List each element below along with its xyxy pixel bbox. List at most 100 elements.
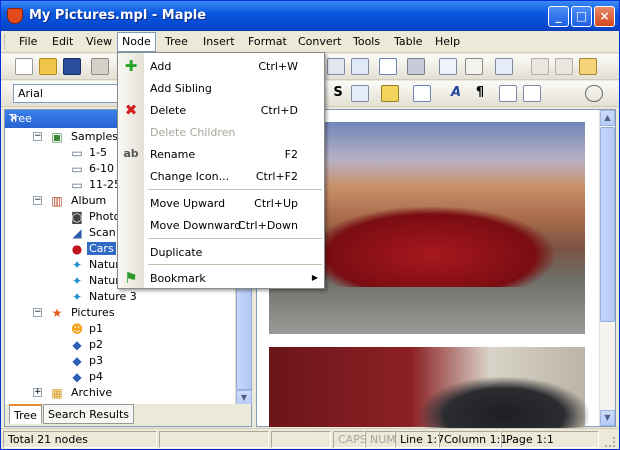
chain-icon[interactable] xyxy=(351,58,369,75)
tree-node-label: p1 xyxy=(89,322,103,335)
menu-item-shortcut: Ctrl+Down xyxy=(238,219,298,232)
expand-icon[interactable]: + xyxy=(33,388,42,397)
menu-item-label: Bookmark xyxy=(150,272,206,285)
menu-item-shortcut: Ctrl+W xyxy=(258,60,298,73)
save-icon[interactable] xyxy=(63,58,81,75)
menu-item-change-icon[interactable]: Change Icon... Ctrl+F2 xyxy=(118,165,324,187)
menu-item-shortcut: Ctrl+D xyxy=(260,104,298,117)
menu-format[interactable]: Format xyxy=(248,35,287,48)
star-icon: ★ xyxy=(51,306,63,320)
resize-grip-icon[interactable] xyxy=(605,437,615,447)
scroll-down-icon[interactable]: ▼ xyxy=(600,410,615,426)
tree-node-label: Scan xyxy=(89,226,116,239)
diamond-icon: ◆ xyxy=(72,354,82,368)
open-folder-icon[interactable] xyxy=(39,58,57,75)
tree-node[interactable]: ◆ p2 xyxy=(69,337,229,353)
diamond-icon: ◆ xyxy=(72,370,82,384)
menu-separator xyxy=(148,264,322,265)
menu-item-delete[interactable]: ✖ Delete Ctrl+D xyxy=(118,99,324,121)
collapse-icon[interactable]: − xyxy=(33,196,42,205)
tab-search-results[interactable]: Search Results xyxy=(43,404,135,424)
maximize-button[interactable]: □ xyxy=(571,6,592,27)
maple-app-icon[interactable] xyxy=(7,8,23,24)
rename-icon: ab xyxy=(123,147,139,160)
menu-item-add-sibling[interactable]: Add Sibling xyxy=(118,77,324,99)
case-icon[interactable] xyxy=(351,85,369,102)
scroll-up-icon[interactable]: ▲ xyxy=(600,110,615,126)
tree-node[interactable]: ◆ p3 xyxy=(69,353,229,369)
strikethrough-icon[interactable]: S xyxy=(329,85,347,102)
car-photo-dark xyxy=(269,347,589,432)
car-icon: ● xyxy=(71,242,83,256)
tab-tree[interactable]: Tree xyxy=(9,404,42,424)
close-button[interactable]: × xyxy=(594,6,615,27)
menu-help[interactable]: Help xyxy=(435,35,460,48)
menu-item-shortcut: F2 xyxy=(284,148,298,161)
menu-tree[interactable]: Tree xyxy=(165,35,188,48)
spellcheck-icon[interactable] xyxy=(495,58,513,75)
circle-icon[interactable] xyxy=(585,85,603,102)
document-scrollbar[interactable]: ▲ ▼ xyxy=(599,110,615,426)
paste-icon[interactable] xyxy=(579,58,597,75)
tree-node-label: p4 xyxy=(89,370,103,383)
copy-icon[interactable] xyxy=(555,58,573,75)
menu-item-label: Move Downward xyxy=(150,219,242,232)
numbered-list-icon[interactable] xyxy=(499,85,517,102)
menu-insert[interactable]: Insert xyxy=(203,35,235,48)
menu-item-shortcut: Ctrl+Up xyxy=(254,197,298,210)
highlight-icon[interactable] xyxy=(381,85,399,102)
table-icon[interactable] xyxy=(379,58,397,75)
butterfly-icon: ✦ xyxy=(71,274,83,288)
find-icon[interactable] xyxy=(439,58,457,75)
collapse-icon[interactable]: − xyxy=(33,308,42,317)
menu-item-label: Add xyxy=(150,60,172,73)
replace-icon[interactable] xyxy=(465,58,483,75)
borders-icon[interactable] xyxy=(413,85,431,102)
new-icon[interactable] xyxy=(15,58,33,75)
menu-item-label: Delete Children xyxy=(150,126,236,139)
photo-folder-icon: ▣ xyxy=(51,130,63,144)
menu-item-rename[interactable]: ab Rename F2 xyxy=(118,143,324,165)
menu-item-bookmark[interactable]: ⚑ Bookmark ▶ xyxy=(118,267,324,289)
status-caps: CAPS xyxy=(333,431,367,448)
link-icon[interactable] xyxy=(327,58,345,75)
menubar-grip[interactable] xyxy=(4,35,7,49)
menu-item-add[interactable]: ✚ Add Ctrl+W xyxy=(118,55,324,77)
tree-node-label: Samples xyxy=(71,130,118,143)
menu-item-delete-children: Delete Children xyxy=(118,121,324,143)
title-bar[interactable]: My Pictures.mpl - Maple _ □ × xyxy=(1,1,619,31)
butterfly-icon: ✦ xyxy=(71,290,83,304)
paragraph-icon[interactable]: ¶ xyxy=(471,85,489,102)
menu-view[interactable]: View xyxy=(86,35,112,48)
tree-node[interactable]: − ★ Pictures xyxy=(33,305,233,321)
status-bar: Total 21 nodes CAPS NUM Line 1:7 Column … xyxy=(1,428,619,449)
menu-convert[interactable]: Convert xyxy=(298,35,342,48)
tree-node[interactable]: ◆ p4 xyxy=(69,369,229,385)
tree-node[interactable]: ☻ p1 xyxy=(69,321,229,337)
menu-edit[interactable]: Edit xyxy=(52,35,73,48)
tree-node[interactable]: ✦ Nature 3 xyxy=(69,289,229,305)
books-icon: ▥ xyxy=(51,194,63,208)
print-preview-icon[interactable] xyxy=(407,58,425,75)
print-icon[interactable] xyxy=(91,58,109,75)
document-scroll-thumb[interactable] xyxy=(600,127,615,322)
plus-icon: ✚ xyxy=(124,57,138,75)
italic-style-icon[interactable]: A xyxy=(447,85,465,102)
minimize-button[interactable]: _ xyxy=(548,6,569,27)
tree-node[interactable]: + ▦ Archive xyxy=(33,385,233,401)
cut-icon[interactable] xyxy=(531,58,549,75)
tree-node-label: p3 xyxy=(89,354,103,367)
box-icon: ▦ xyxy=(51,386,63,400)
menu-item-move-upward[interactable]: Move Upward Ctrl+Up xyxy=(118,192,324,214)
collapse-icon[interactable]: − xyxy=(33,132,42,141)
menu-file[interactable]: File xyxy=(19,35,37,48)
menu-table[interactable]: Table xyxy=(394,35,422,48)
menu-item-move-downward[interactable]: Move Downward Ctrl+Down xyxy=(118,214,324,236)
bullet-list-icon[interactable] xyxy=(523,85,541,102)
app-window: My Pictures.mpl - Maple _ □ × File Edit … xyxy=(0,0,620,450)
tree-node-label: Nature 3 xyxy=(89,290,137,303)
menu-item-duplicate[interactable]: Duplicate xyxy=(118,241,324,263)
menu-tools[interactable]: Tools xyxy=(353,35,380,48)
menu-node[interactable]: Node xyxy=(117,32,156,52)
monitor-icon: ▭ xyxy=(71,162,83,176)
